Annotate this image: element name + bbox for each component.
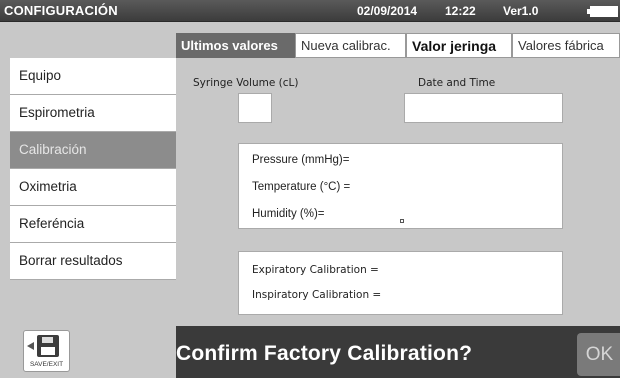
environment-panel: Pressure (mmHg)= Temperature (°C) = Humi… — [238, 143, 563, 229]
sidebar-item-referencia[interactable]: Referéncia — [10, 206, 176, 243]
status-date: 02/09/2014 — [357, 4, 418, 18]
pressure-label: Pressure (mmHg)= — [252, 154, 350, 166]
inspiratory-calibration-label: Inspiratory Calibration = — [252, 289, 382, 301]
confirm-prompt: Confirm Factory Calibration? — [176, 342, 473, 365]
app-title: CONFIGURACIÓN — [4, 3, 118, 18]
save-exit-button[interactable]: SAVE/EXIT — [23, 330, 70, 372]
sidebar-item-oximetria[interactable]: Oximetria — [10, 169, 176, 206]
arrow-left-icon — [27, 342, 34, 350]
tab-ultimos-valores[interactable]: Ultimos valores — [176, 33, 295, 58]
date-time-label: Date and Time — [418, 77, 496, 89]
sidebar: Equipo Espirometria Calibración Oximetri… — [10, 58, 176, 280]
syringe-volume-field[interactable] — [238, 93, 272, 123]
status-time: 12:22 — [445, 4, 476, 18]
sidebar-item-borrar-resultados[interactable]: Borrar resultados — [10, 243, 176, 280]
temperature-label: Temperature (°C) = — [252, 181, 351, 193]
sidebar-item-equipo[interactable]: Equipo — [10, 58, 176, 95]
confirm-bar: Confirm Factory Calibration? OK — [176, 326, 620, 378]
floppy-disk-icon — [37, 335, 59, 357]
syringe-volume-label: Syringe Volume (cL) — [193, 77, 299, 89]
battery-icon — [587, 6, 618, 17]
humidity-label: Humidity (%)= — [252, 208, 325, 220]
tab-valor-jeringa[interactable]: Valor jeringa — [406, 33, 512, 58]
status-version: Ver1.0 — [503, 4, 539, 18]
tab-valores-fabrica[interactable]: Valores fábrica — [512, 33, 620, 58]
expiratory-calibration-label: Expiratory Calibration = — [252, 264, 379, 276]
calibration-panel: Expiratory Calibration = Inspiratory Cal… — [238, 251, 563, 315]
cursor-marker — [400, 219, 404, 223]
ok-button[interactable]: OK — [577, 333, 620, 376]
save-exit-label: SAVE/EXIT — [29, 361, 64, 368]
tab-bar: Ultimos valores Nueva calibrac. Valor je… — [176, 33, 620, 58]
date-time-field — [404, 93, 563, 123]
sidebar-item-calibracion[interactable]: Calibración — [10, 132, 176, 169]
sidebar-item-espirometria[interactable]: Espirometria — [10, 95, 176, 132]
tab-nueva-calibracion[interactable]: Nueva calibrac. — [295, 33, 406, 58]
title-bar: CONFIGURACIÓN 02/09/2014 12:22 Ver1.0 — [0, 0, 620, 22]
